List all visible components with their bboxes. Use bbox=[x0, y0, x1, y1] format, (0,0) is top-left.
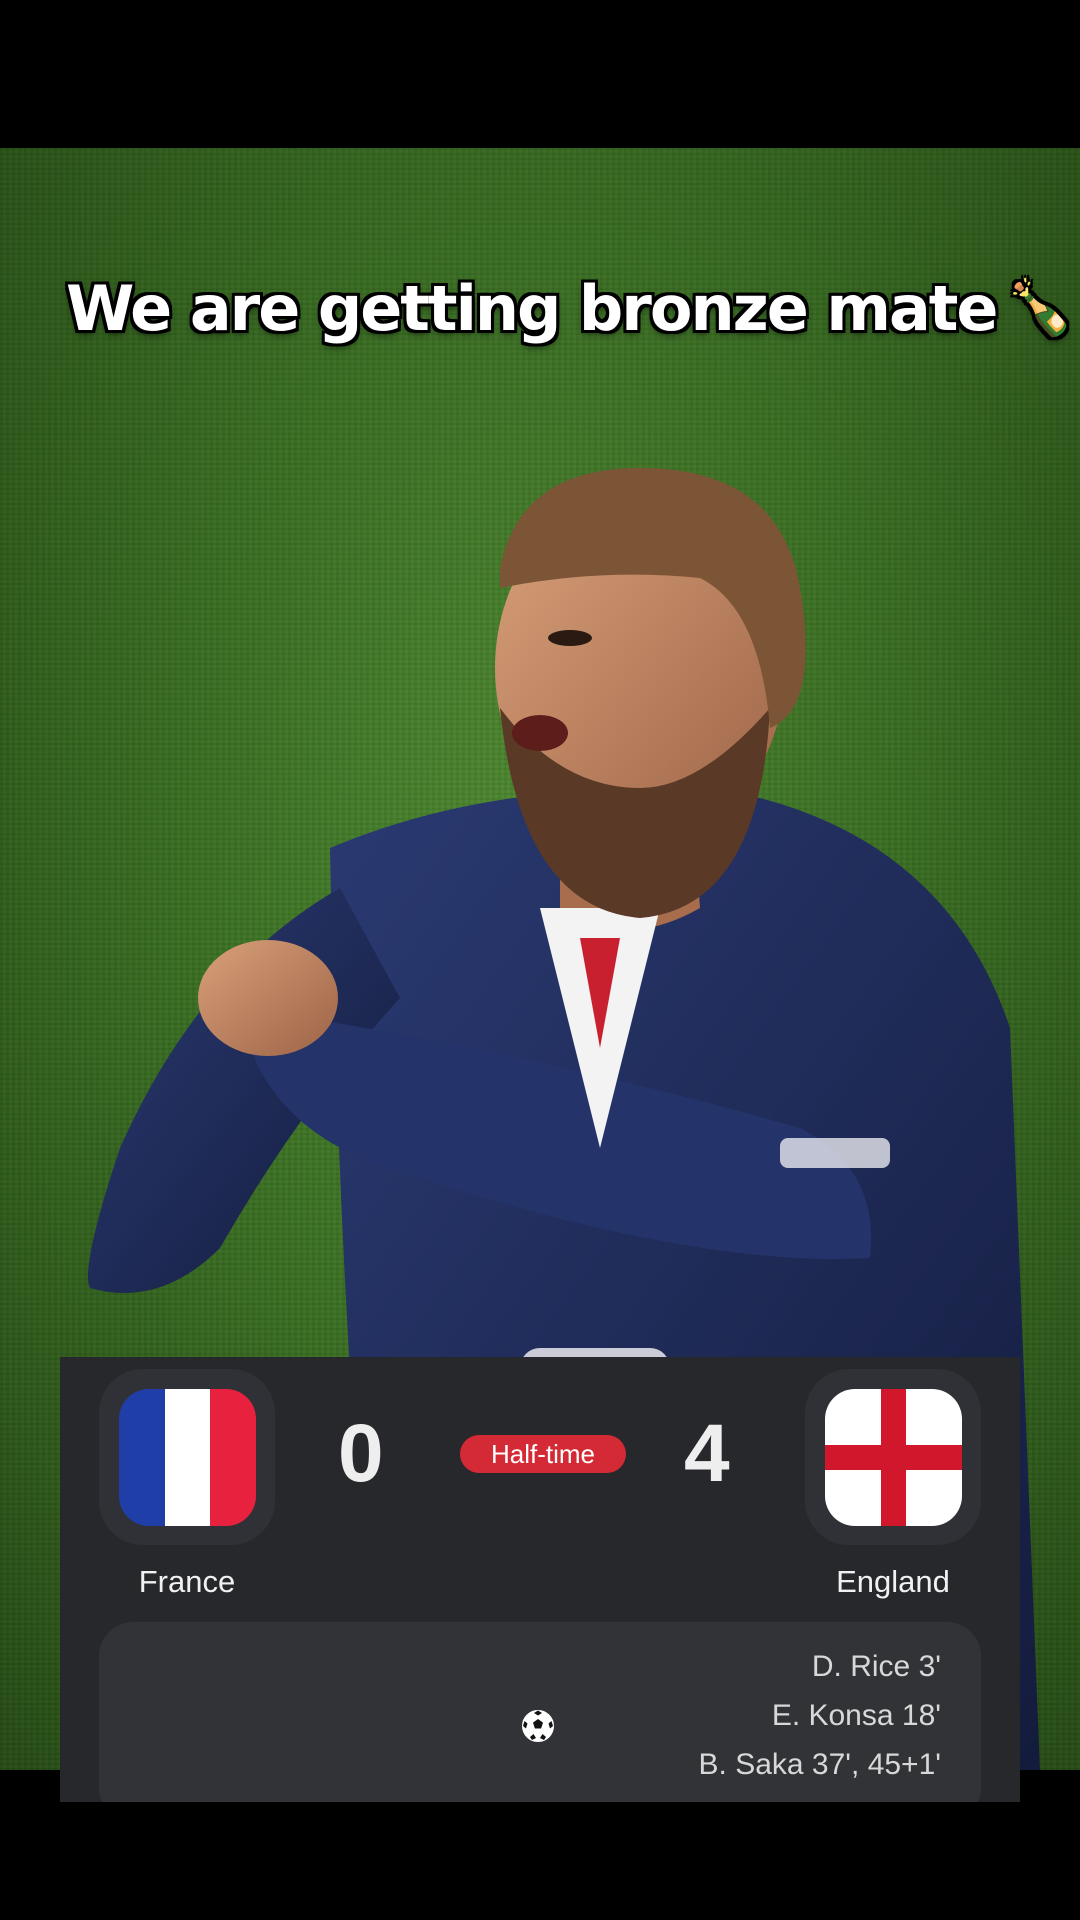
video-caption: We are getting bronze mate🍾🥉 bbox=[66, 272, 1080, 345]
home-flag-container bbox=[99, 1369, 275, 1545]
away-flag-container bbox=[805, 1369, 981, 1545]
scorer-entry: D. Rice 3' bbox=[811, 1650, 941, 1683]
match-status-badge: Half-time bbox=[460, 1435, 626, 1473]
home-team-name: France bbox=[138, 1564, 236, 1599]
scorer-entry: B. Saka 37', 45+1' bbox=[698, 1748, 941, 1781]
away-scorers-list: D. Rice 3' E. Konsa 18' B. Saka 37', 45+… bbox=[699, 1642, 941, 1789]
scorer-entry: E. Konsa 18' bbox=[771, 1699, 941, 1732]
away-team-name: England bbox=[836, 1564, 950, 1599]
goal-events-panel: D. Rice 3' E. Konsa 18' B. Saka 37', 45+… bbox=[99, 1622, 981, 1802]
caption-text: We are getting bronze mate bbox=[66, 272, 998, 345]
caption-emoji: 🍾🥉 bbox=[1006, 276, 1080, 339]
away-team[interactable]: England bbox=[803, 1357, 983, 1600]
home-team[interactable]: France bbox=[97, 1357, 277, 1600]
away-score: 4 bbox=[684, 1408, 730, 1499]
soccer-ball-icon bbox=[522, 1710, 554, 1742]
score-card[interactable]: France 0 Half-time 4 England D. Rice 3' … bbox=[60, 1357, 1020, 1802]
video-frame[interactable]: We are getting bronze mate🍾🥉 France 0 Ha… bbox=[0, 0, 1080, 1920]
home-score: 0 bbox=[338, 1408, 384, 1499]
england-flag-icon bbox=[824, 1388, 962, 1526]
france-flag-icon bbox=[118, 1388, 256, 1526]
